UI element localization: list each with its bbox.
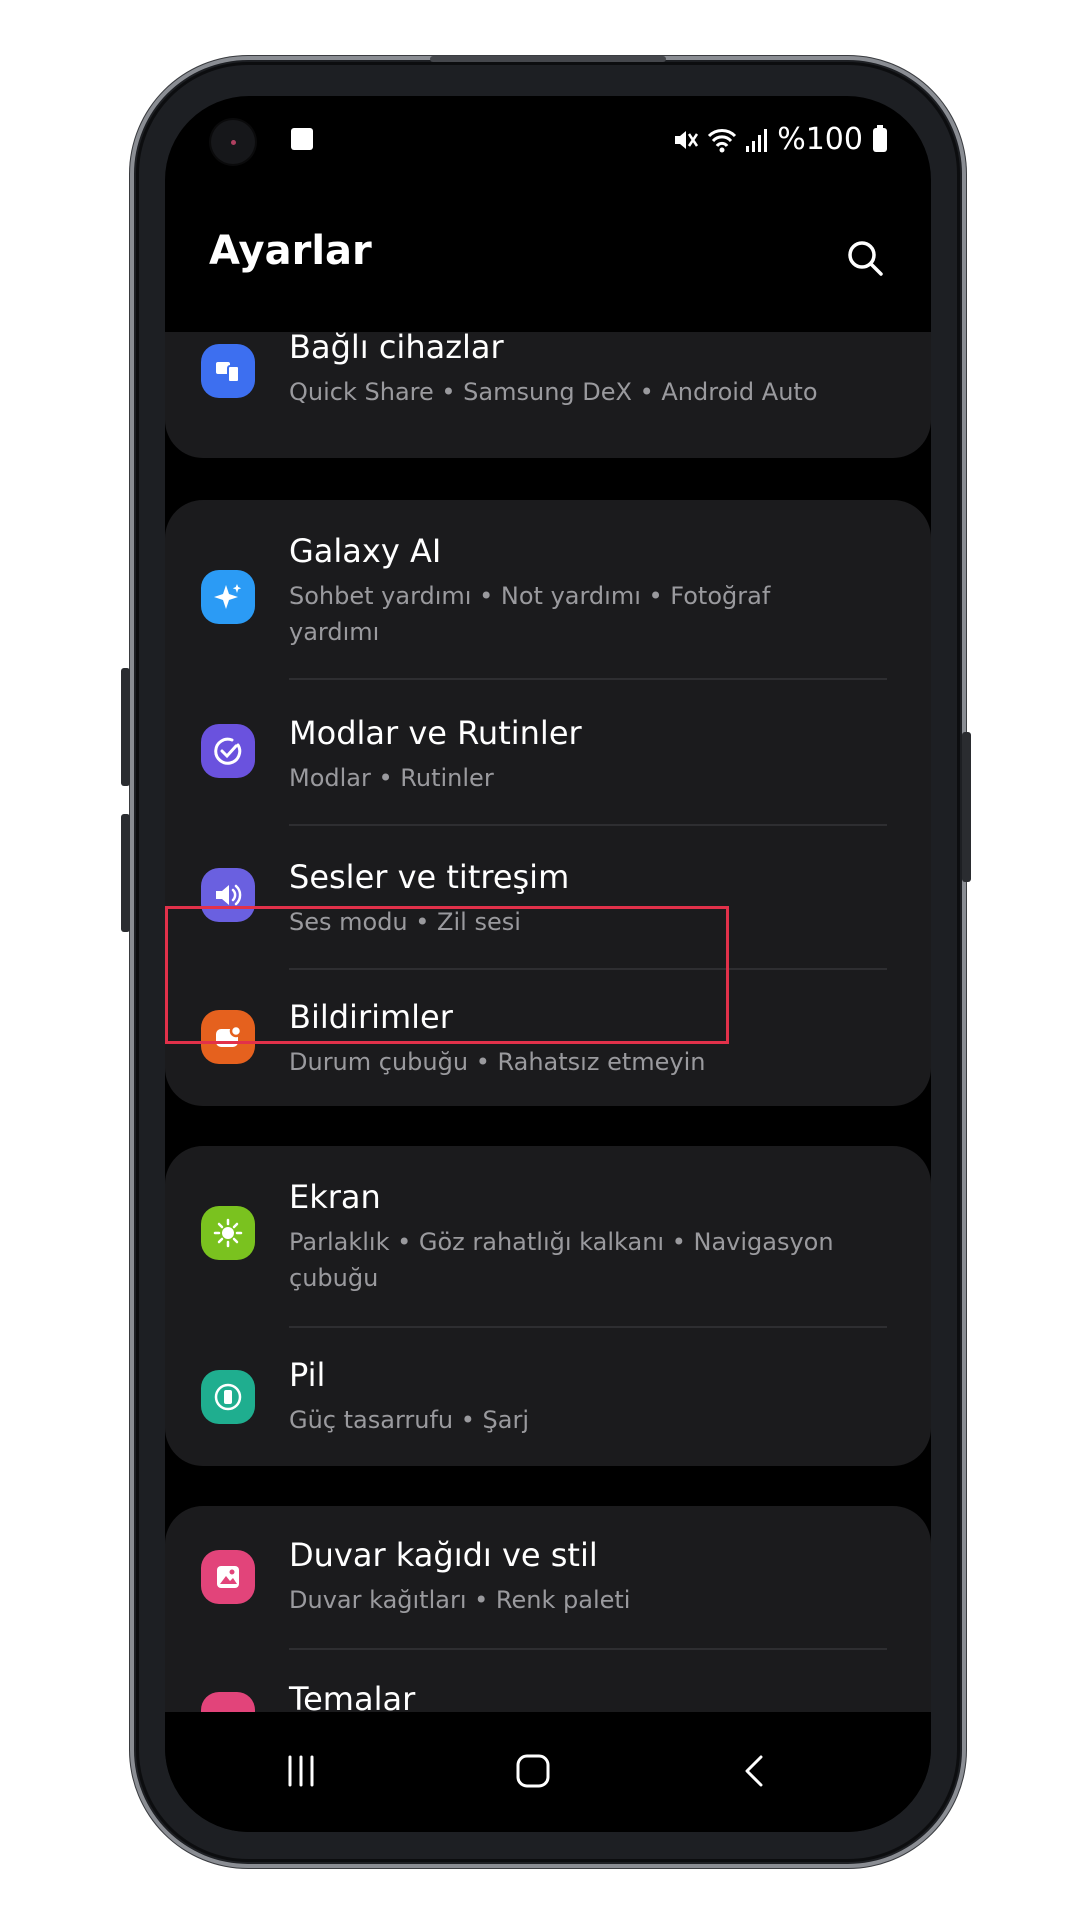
settings-card-connections: Bağlı cihazlar Quick Share • Samsung DeX… (165, 332, 931, 458)
front-camera (211, 120, 255, 164)
settings-item-display[interactable]: Ekran Parlaklık • Göz rahatlığı kalkanı … (165, 1146, 931, 1324)
settings-item-title: Modlar ve Rutinler (289, 714, 582, 752)
volume-up-button (121, 668, 130, 786)
back-icon (745, 1755, 763, 1787)
mute-icon (675, 130, 699, 149)
settings-item-themes[interactable]: Temalar (165, 1650, 931, 1712)
signal-icon (746, 128, 768, 152)
search-icon (848, 241, 883, 276)
settings-item-connected-devices[interactable]: Bağlı cihazlar Quick Share • Samsung DeX… (165, 332, 931, 458)
home-button[interactable] (503, 1746, 563, 1796)
settings-item-title: Duvar kağıdı ve stil (289, 1536, 598, 1574)
settings-item-battery[interactable]: Pil Güç tasarrufu • Şarj (165, 1328, 931, 1466)
battery-status-icon (873, 124, 887, 152)
settings-list[interactable]: Bağlı cihazlar Quick Share • Samsung DeX… (165, 332, 931, 1712)
phone-screen: 7 %100 Ayarlar (165, 96, 931, 1832)
settings-item-title: Bağlı cihazlar (289, 332, 504, 366)
sparkle-icon (201, 570, 255, 624)
settings-item-title: Sesler ve titreşim (289, 858, 570, 896)
checkbox-notification-icon (291, 128, 313, 150)
devices-icon (201, 344, 255, 398)
settings-item-subtitle: Duvar kağıtları • Renk paleti (289, 1586, 631, 1614)
settings-item-wallpaper-style[interactable]: Duvar kağıdı ve stil Duvar kağıtları • R… (165, 1506, 931, 1646)
navigation-bar (165, 1714, 931, 1832)
settings-item-title: Pil (289, 1356, 326, 1394)
highlight-box (165, 906, 729, 1044)
settings-item-subtitle: Sohbet yardımı • Not yardımı • Fotoğraf … (289, 582, 771, 646)
settings-item-subtitle: Güç tasarrufu • Şarj (289, 1406, 530, 1434)
recent-apps-icon (288, 1755, 314, 1787)
settings-item-subtitle: Quick Share • Samsung DeX • Android Auto (289, 378, 818, 406)
status-bar: 7 %100 (165, 120, 931, 164)
search-button[interactable] (843, 236, 887, 280)
settings-item-title: Temalar (289, 1680, 416, 1712)
settings-item-title: Galaxy AI (289, 532, 442, 570)
check-circle-icon (201, 724, 255, 778)
battery-percentage: %100 (777, 122, 863, 157)
status-icons: %100 (671, 122, 887, 157)
settings-item-subtitle: Modlar • Rutinler (289, 764, 494, 792)
wifi-icon (708, 128, 737, 152)
settings-item-modes-routines[interactable]: Modlar ve Rutinler Modlar • Rutinler (165, 680, 931, 824)
settings-item-subtitle: Durum çubuğu • Rahatsız etmeyin (289, 1048, 706, 1076)
settings-card-personalization: Duvar kağıdı ve stil Duvar kağıtları • R… (165, 1506, 931, 1712)
settings-item-title: Ekran (289, 1178, 381, 1216)
settings-card-display: Ekran Parlaklık • Göz rahatlığı kalkanı … (165, 1146, 931, 1466)
sun-icon (201, 1206, 255, 1260)
page-title: Ayarlar (209, 228, 372, 274)
themes-icon (201, 1692, 255, 1712)
phone-earpiece (430, 56, 666, 62)
back-button[interactable] (725, 1746, 785, 1796)
power-button (962, 732, 971, 882)
battery-icon (201, 1370, 255, 1424)
home-icon (516, 1754, 550, 1788)
settings-item-subtitle: Parlaklık • Göz rahatlığı kalkanı • Navi… (289, 1228, 834, 1292)
recent-apps-button[interactable] (271, 1746, 331, 1796)
wallpaper-icon (201, 1550, 255, 1604)
settings-item-galaxy-ai[interactable]: Galaxy AI Sohbet yardımı • Not yardımı •… (165, 500, 931, 676)
volume-down-button (121, 814, 130, 932)
